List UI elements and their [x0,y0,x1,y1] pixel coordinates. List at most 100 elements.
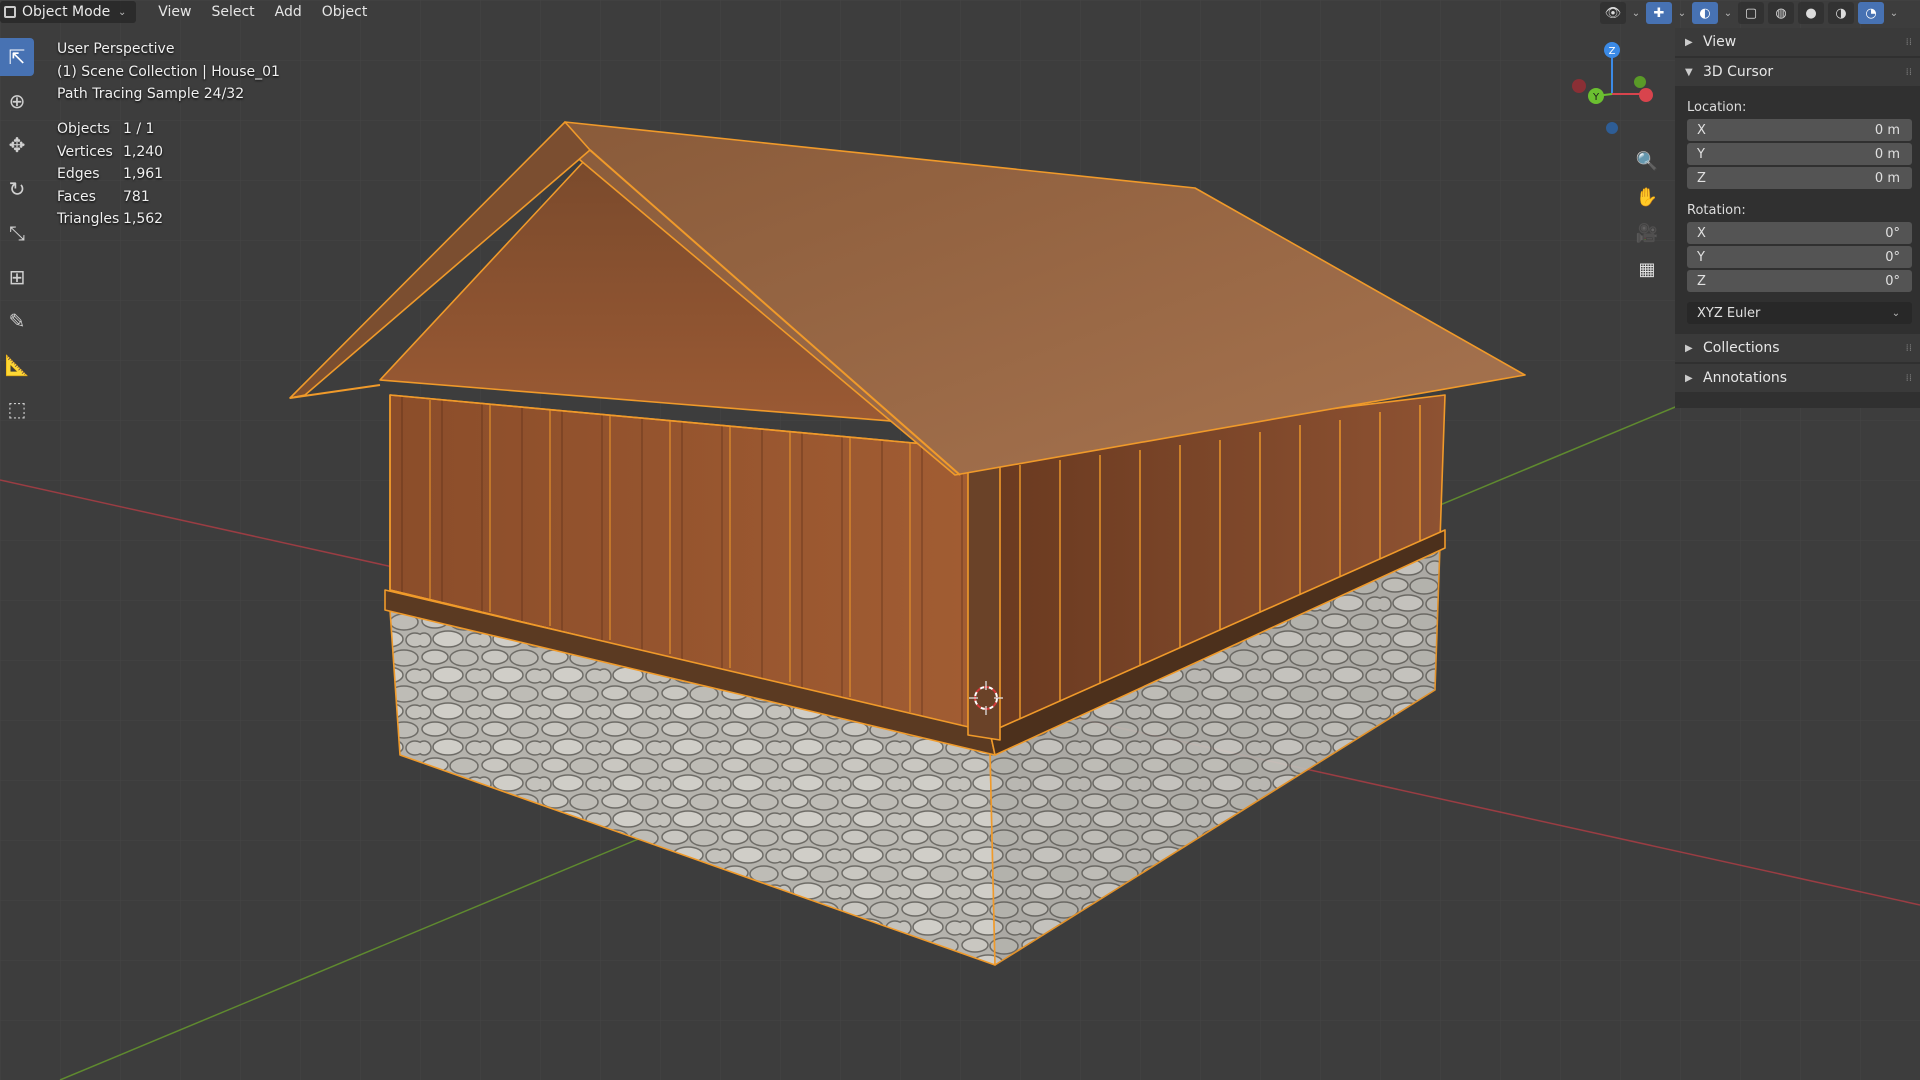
stat-value: 781 [123,188,150,205]
field-value: 0 m [1874,122,1900,138]
drag-grip-icon[interactable]: ⁞⁞ [1906,67,1912,78]
stat-value: 1,961 [123,166,164,182]
object-mode-icon [4,6,16,18]
camera-view-icon[interactable]: 🎥 [1632,218,1662,248]
stat-row: Objects 1 / 1 [57,118,163,141]
view-perspective-label: User Perspective [57,41,175,57]
scale-tool-icon[interactable]: ⤡ [0,214,34,252]
render-status-label: Path Tracing Sample 24/32 [57,86,245,102]
menu-add[interactable]: Add [265,1,312,23]
viewport-header: Object Mode ⌄ View Select Add Object 👁 ⌄… [0,0,1920,24]
stat-row: Triangles 1,562 [57,208,163,231]
field-value: 0 m [1874,170,1900,186]
rotation-mode-dropdown[interactable]: XYZ Euler ⌄ [1687,302,1912,324]
annotate-tool-icon[interactable]: ✎ [0,302,34,340]
stat-value: 1,562 [123,211,164,227]
n-panel-sidebar: ▶ View ⁞⁞ ▼ 3D Cursor ⁞⁞ Location: X0 m … [1675,28,1920,408]
measure-tool-icon[interactable]: 📐 [0,346,34,384]
gizmo-y-positive[interactable] [1634,76,1646,88]
chevron-down-icon: ⌄ [118,6,127,18]
rotation-x-field[interactable]: X 0° [1687,222,1912,244]
view-panel-header[interactable]: ▶ View ⁞⁞ [1675,28,1920,56]
chevron-down-icon: ⌄ [1891,307,1901,319]
ortho-grid-icon[interactable]: ▦ [1632,254,1662,284]
stat-row: Vertices 1,240 [57,141,163,164]
axis-label: Y [1697,146,1705,162]
stat-label: Triangles [57,211,120,227]
location-label: Location: [1687,100,1747,115]
chevron-down-icon[interactable]: ⌄ [1676,8,1688,19]
expanded-arrow-icon: ▼ [1685,66,1693,78]
material-preview-shading-icon[interactable]: ◑ [1828,2,1854,24]
axis-label: Z [1697,170,1706,186]
chevron-down-icon[interactable]: ⌄ [1630,8,1642,19]
collections-panel-header[interactable]: ▶ Collections ⁞⁞ [1675,334,1920,362]
stat-value: 1 / 1 [123,121,155,137]
viewport-info: User Perspective (1) Scene Collection | … [57,38,280,106]
tool-shelf: ⇱ ⊕ ✥ ↻ ⤡ ⊞ ✎ 📐 ⬚ [0,38,34,428]
rotation-label: Rotation: [1687,203,1746,218]
rendered-shading-icon[interactable]: ◔ [1858,2,1884,24]
rotation-z-field[interactable]: Z 0° [1687,270,1912,292]
chevron-down-icon[interactable]: ⌄ [1722,8,1734,19]
drag-grip-icon[interactable]: ⁞⁞ [1906,373,1912,384]
annotations-panel-header[interactable]: ▶ Annotations ⁞⁞ [1675,364,1920,392]
3d-cursor-panel-label: 3D Cursor [1703,64,1774,80]
stat-value: 1,240 [123,143,164,160]
mode-dropdown[interactable]: Object Mode ⌄ [0,1,137,23]
rotation-y-field[interactable]: Y 0° [1687,246,1912,268]
chevron-down-icon[interactable]: ⌄ [1888,8,1900,19]
wireframe-shading-icon[interactable]: ◍ [1768,2,1794,24]
cursor-tool-icon[interactable]: ⊕ [0,82,34,120]
3d-cursor-panel-header[interactable]: ▼ 3D Cursor ⁞⁞ [1675,58,1920,86]
stat-row: Edges 1,961 [57,163,163,186]
axis-label: X [1697,122,1706,138]
axis-label: X [1697,225,1706,241]
collapsed-arrow-icon: ▶ [1685,342,1693,354]
rotation-mode-value: XYZ Euler [1697,305,1761,321]
overlays-toggle-icon[interactable]: ◐ [1692,2,1718,24]
add-cube-tool-icon[interactable]: ⬚ [0,390,34,428]
gizmo-toggle-icon[interactable]: ✚ [1646,2,1672,24]
navigation-gizmo[interactable]: Z Y [1560,36,1660,146]
stat-label: Vertices [57,143,113,160]
rotate-tool-icon[interactable]: ↻ [0,170,34,208]
xray-toggle-icon[interactable]: ▢ [1738,2,1764,24]
view-panel-label: View [1703,34,1737,50]
corner-post [967,444,1001,741]
gizmo-x-negative[interactable] [1572,79,1586,93]
zoom-icon[interactable]: 🔍 [1632,146,1662,176]
gizmo-y-label: Y [1592,92,1600,103]
field-value: 0° [1885,249,1900,265]
drag-grip-icon[interactable]: ⁞⁞ [1906,37,1912,48]
gizmo-z-label: Z [1609,46,1616,57]
transform-tool-icon[interactable]: ⊞ [0,258,34,296]
menu-object[interactable]: Object [312,1,378,23]
location-x-field[interactable]: X 0 m [1687,119,1912,141]
axis-label: Z [1697,273,1706,289]
collections-panel-label: Collections [1703,340,1780,356]
location-y-field[interactable]: Y 0 m [1687,143,1912,165]
field-value: 0° [1885,225,1900,241]
field-value: 0° [1885,273,1900,289]
drag-grip-icon[interactable]: ⁞⁞ [1906,343,1912,354]
location-z-field[interactable]: Z 0 m [1687,167,1912,189]
annotations-panel-label: Annotations [1703,370,1788,386]
visibility-icon[interactable]: 👁 [1600,2,1626,24]
select-box-tool-icon[interactable]: ⇱ [0,38,34,76]
solid-shading-icon[interactable]: ● [1798,2,1824,24]
collapsed-arrow-icon: ▶ [1685,372,1693,384]
active-collection-label: (1) Scene Collection | House_01 [57,63,280,80]
axis-label: Y [1697,249,1705,265]
gizmo-z-negative[interactable] [1606,122,1618,134]
menu-select[interactable]: Select [201,1,264,23]
collapsed-arrow-icon: ▶ [1685,36,1693,48]
menu-view[interactable]: View [148,1,201,23]
pan-hand-icon[interactable]: ✋ [1632,182,1662,212]
stat-label: Faces [57,188,96,205]
gizmo-x-positive[interactable] [1639,88,1653,102]
move-tool-icon[interactable]: ✥ [0,126,34,164]
stat-label: Objects [57,121,110,137]
mode-label: Object Mode [22,4,111,20]
stat-row: Faces 781 [57,186,163,209]
